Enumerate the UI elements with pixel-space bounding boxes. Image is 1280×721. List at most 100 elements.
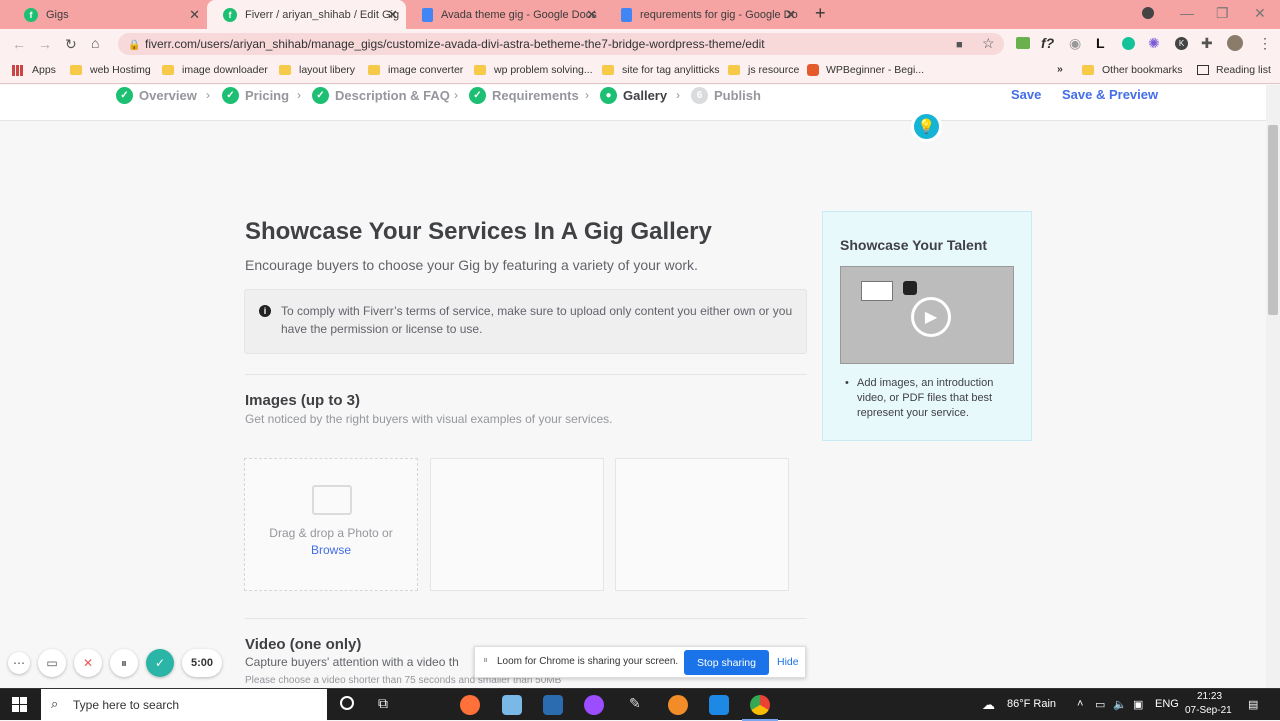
cancel-recording-icon[interactable]: ✕: [74, 649, 102, 677]
notice-text: To comply with Fiverr’s terms of service…: [281, 304, 793, 336]
extension-gear-icon[interactable]: ✺: [1148, 35, 1160, 51]
bookmark-item[interactable]: wp problem solving...: [474, 64, 593, 76]
lock-icon[interactable]: 🔒: [128, 38, 140, 54]
weather-text[interactable]: 86°F Rain: [1007, 698, 1056, 710]
close-tab-icon[interactable]: ✕: [189, 7, 200, 23]
talent-card-title: Showcase Your Talent: [840, 237, 988, 253]
windows-start-icon[interactable]: [12, 697, 28, 713]
tab-avada-doc[interactable]: Avada theme gig - Google Docs ✕: [406, 0, 605, 29]
menu-kebab-icon[interactable]: ⋮: [1258, 35, 1272, 51]
bookmark-item[interactable]: layout libery: [279, 64, 355, 76]
bookmark-wpbeginner[interactable]: WPBeginner - Begi...: [807, 64, 924, 76]
tab-strip: f Gigs ✕ f Fiverr / ariyan_shihab / Edit…: [0, 0, 1280, 29]
reading-list[interactable]: Reading list: [1197, 64, 1271, 76]
drag-handle-icon[interactable]: ⏸: [483, 655, 488, 666]
step-requirements[interactable]: ✓ Requirements: [469, 87, 579, 104]
step-number: 6: [691, 87, 708, 104]
stop-sharing-button[interactable]: Stop sharing: [684, 650, 769, 675]
clock-date[interactable]: 07-Sep-21: [1185, 705, 1232, 716]
bookmark-item[interactable]: image converter: [368, 64, 463, 76]
bookmark-other[interactable]: Other bookmarks: [1082, 64, 1183, 76]
window-close-icon[interactable]: ✕: [1254, 5, 1266, 21]
close-tab-icon[interactable]: ✕: [586, 7, 597, 23]
camera-icon[interactable]: ■: [956, 37, 963, 53]
pen-icon[interactable]: ✎: [629, 695, 641, 712]
task-view-icon[interactable]: ⧉: [378, 695, 388, 712]
extensions-puzzle-icon[interactable]: ✚: [1201, 35, 1213, 51]
step-publish[interactable]: 6 Publish: [691, 87, 761, 104]
cortana-icon[interactable]: [340, 696, 354, 710]
step-description-faq[interactable]: ✓ Description & FAQ: [312, 87, 450, 104]
extension-k-icon[interactable]: K: [1175, 37, 1188, 50]
bookmark-star-icon[interactable]: ☆: [982, 35, 995, 51]
share-status-text: Loom for Chrome is sharing your screen.: [497, 656, 679, 667]
weather-icon[interactable]: ☁: [982, 697, 995, 713]
new-tab-button[interactable]: +: [815, 4, 826, 22]
firefox-icon[interactable]: [460, 695, 480, 715]
save-preview-button[interactable]: Save & Preview: [1062, 87, 1158, 102]
profile-menu-icon[interactable]: [1142, 7, 1154, 19]
restore-icon[interactable]: ❐: [1216, 5, 1229, 21]
clock-time[interactable]: 21:23: [1197, 691, 1222, 702]
reload-icon[interactable]: ↻: [65, 36, 77, 52]
search-placeholder: Type here to search: [73, 698, 180, 712]
loom-controls: ⋯ ▭ ✕ ⏸ ✓ 5:00: [8, 648, 222, 678]
grammarly-icon[interactable]: [1122, 37, 1135, 50]
divider: [245, 374, 807, 375]
more-bookmarks-icon[interactable]: »: [1057, 63, 1063, 75]
bookmark-apps[interactable]: Apps: [12, 64, 56, 76]
intro-video-thumbnail[interactable]: ▶: [840, 266, 1014, 364]
page-content: ✓ Overview › ✓ Pricing › ✓ Description & FA…: [0, 85, 1266, 688]
video-section-title: Video (one only): [245, 636, 362, 653]
home-icon[interactable]: ⌂: [91, 35, 99, 51]
url-text[interactable]: fiverr.com/users/ariyan_shihab/manage_gi…: [145, 37, 765, 51]
save-button[interactable]: Save: [1011, 87, 1041, 102]
file-app-icon[interactable]: [502, 695, 522, 715]
scrollbar[interactable]: [1266, 85, 1280, 688]
tab-edit-gig[interactable]: f Fiverr / ariyan_shihab / Edit Gig ✕: [207, 0, 406, 29]
browse-link[interactable]: Browse: [311, 543, 351, 557]
image-upload-slot-1[interactable]: Drag & drop a Photo or Browse: [244, 458, 418, 591]
tab-gigs[interactable]: f Gigs ✕: [8, 0, 208, 29]
camera-toggle-icon[interactable]: ▭: [38, 649, 66, 677]
extension-fx-icon[interactable]: f?: [1041, 35, 1054, 51]
fiverr-icon: f: [24, 7, 38, 22]
avatar[interactable]: [1227, 35, 1243, 51]
scrollbar-thumb[interactable]: [1268, 125, 1278, 315]
volume-icon[interactable]: 🔈: [1113, 698, 1127, 711]
image-upload-slot-2[interactable]: [430, 458, 604, 591]
chrome-icon[interactable]: [750, 695, 770, 715]
hide-button[interactable]: Hide: [777, 656, 799, 668]
tray-chevron-icon[interactable]: ˄: [1077, 698, 1083, 710]
play-icon[interactable]: ▶: [911, 297, 951, 337]
vscode-icon[interactable]: [709, 695, 729, 715]
notifications-icon[interactable]: ▤: [1248, 698, 1258, 711]
bookmark-item[interactable]: image downloader: [162, 64, 268, 76]
bookmark-item[interactable]: js resource: [728, 64, 799, 76]
extension-image-icon[interactable]: [1016, 37, 1030, 49]
close-tab-icon[interactable]: ✕: [785, 7, 796, 23]
pause-icon[interactable]: ⏸: [110, 649, 138, 677]
search-app-icon[interactable]: [668, 695, 688, 715]
photos-icon[interactable]: [543, 695, 563, 715]
step-pricing[interactable]: ✓ Pricing: [222, 87, 289, 104]
step-gallery[interactable]: ● Gallery: [600, 87, 667, 104]
forward-icon[interactable]: →: [38, 36, 52, 52]
image-upload-slot-3[interactable]: [615, 458, 789, 591]
extension-camera-icon[interactable]: ◉: [1069, 35, 1081, 51]
bookmark-item[interactable]: web Hostimg: [70, 64, 151, 76]
bookmark-item[interactable]: site for tag anylitticks: [602, 64, 719, 76]
taskbar-search[interactable]: ⌕ Type here to search: [41, 689, 327, 721]
minimize-icon[interactable]: —: [1180, 5, 1194, 21]
finish-recording-icon[interactable]: ✓: [146, 649, 174, 677]
network-icon[interactable]: ▣: [1133, 698, 1143, 711]
step-overview[interactable]: ✓ Overview: [116, 87, 197, 104]
messenger-icon[interactable]: [584, 695, 604, 715]
battery-icon[interactable]: ▭: [1095, 698, 1105, 711]
tab-requirements-doc[interactable]: requrements for gig - Google Do ✕: [605, 0, 804, 29]
back-icon[interactable]: ←: [12, 36, 26, 52]
language-indicator[interactable]: ENG: [1155, 698, 1179, 710]
extension-l-icon[interactable]: L: [1096, 35, 1105, 51]
more-options-icon[interactable]: ⋯: [8, 652, 30, 674]
close-tab-icon[interactable]: ✕: [387, 7, 398, 23]
